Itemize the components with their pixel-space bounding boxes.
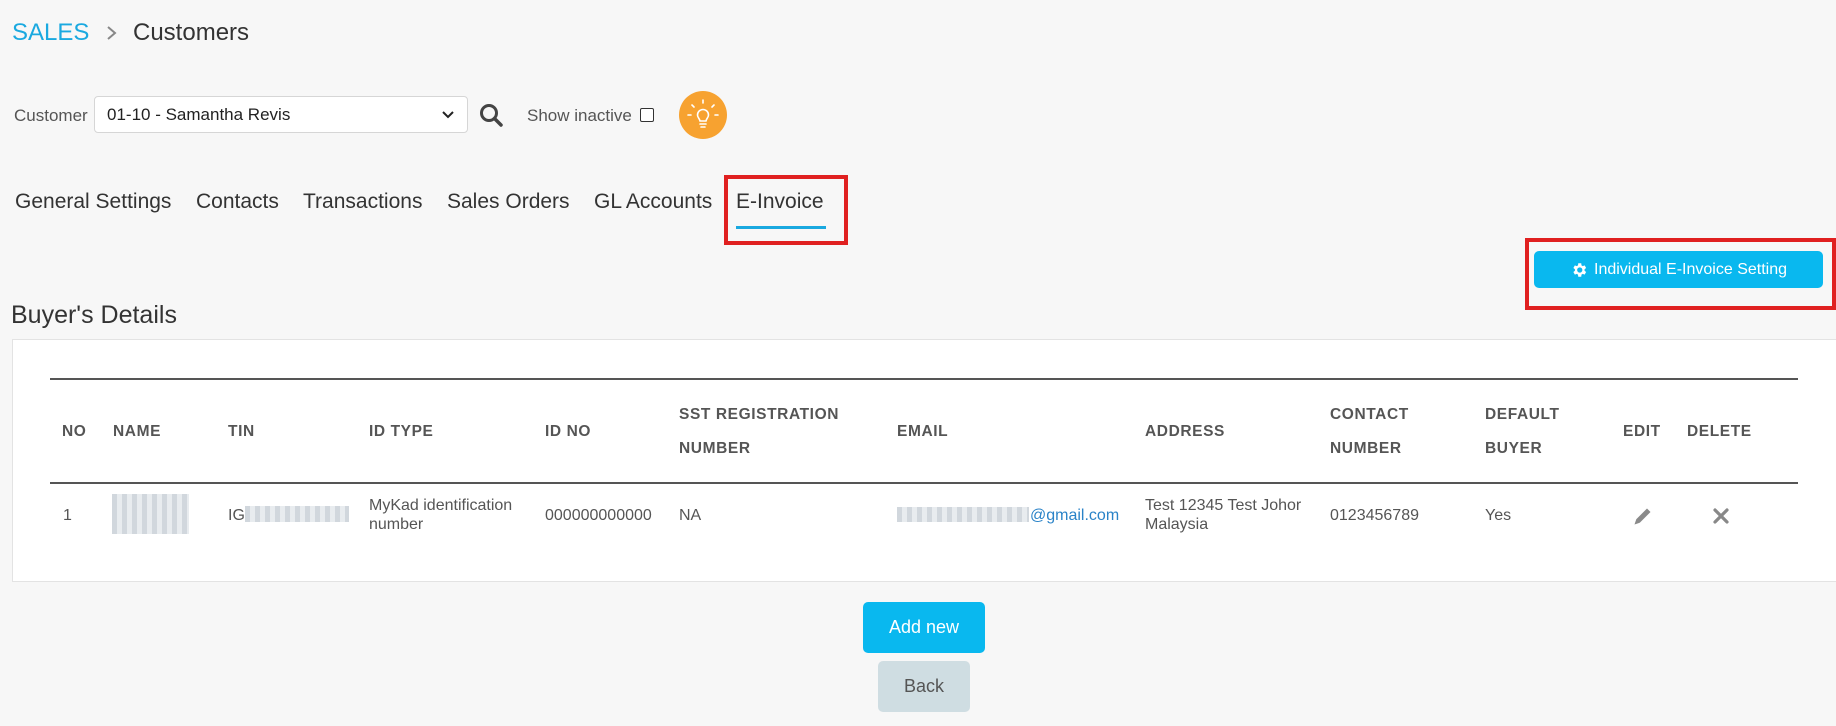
header-tin: TIN [228, 423, 255, 440]
header-edit: EDIT [1623, 423, 1661, 440]
search-icon[interactable] [478, 102, 504, 128]
header-default-line1: DEFAULT [1485, 406, 1560, 423]
buyer-details-panel [12, 339, 1836, 582]
header-delete: DELETE [1687, 423, 1752, 440]
tab-transactions[interactable]: Transactions [303, 190, 422, 214]
header-sst-line1: SST REGISTRATION [679, 406, 840, 423]
show-inactive-checkbox[interactable] [640, 108, 654, 122]
breadcrumb-current: Customers [133, 19, 250, 46]
cell-email-redacted [897, 507, 1029, 522]
breadcrumb-sales-link[interactable]: SALES [12, 19, 89, 47]
cell-tin-prefix: IG [228, 507, 245, 524]
cell-address-line1: Test 12345 Test Johor [1145, 497, 1302, 514]
back-button[interactable]: Back [878, 661, 970, 712]
pencil-icon[interactable] [1632, 505, 1654, 527]
lightbulb-button[interactable] [679, 91, 727, 139]
header-name: NAME [113, 423, 162, 440]
cell-id-no: 000000000000 [545, 507, 652, 524]
tab-contacts[interactable]: Contacts [196, 190, 279, 214]
tab-sales-orders[interactable]: Sales Orders [447, 190, 570, 214]
header-contact-line2: NUMBER [1330, 440, 1402, 457]
tab-general-settings[interactable]: General Settings [15, 190, 171, 214]
cell-email-link[interactable]: @gmail.com [1030, 506, 1119, 525]
close-icon[interactable] [1711, 506, 1731, 526]
cell-id-type-line2: number [369, 516, 424, 533]
tab-gl-accounts[interactable]: GL Accounts [594, 190, 712, 214]
header-no: NO [62, 423, 87, 440]
customer-select[interactable]: 01-10 - Samantha Revis [94, 96, 468, 133]
header-email: EMAIL [897, 423, 949, 440]
table-top-rule [50, 378, 1798, 380]
header-address: ADDRESS [1145, 423, 1225, 440]
cell-name-redacted [112, 494, 189, 534]
highlight-box-setting-button [1525, 238, 1836, 310]
highlight-box-e-invoice-tab [724, 175, 848, 245]
lightbulb-icon [687, 99, 719, 128]
header-sst-line2: NUMBER [679, 440, 751, 457]
cell-default-buyer: Yes [1485, 507, 1512, 524]
cell-tin-redacted [245, 506, 349, 522]
cell-id-type-line1: MyKad identification [369, 497, 513, 514]
header-default-line2: BUYER [1485, 440, 1543, 457]
cell-contact: 0123456789 [1330, 507, 1419, 524]
customer-label: Customer [14, 106, 88, 125]
show-inactive-label: Show inactive [527, 106, 632, 125]
cell-no: 1 [63, 507, 72, 524]
header-id-no: ID NO [545, 423, 592, 440]
header-contact-line1: CONTACT [1330, 406, 1409, 423]
section-title: Buyer's Details [11, 301, 177, 329]
chevron-down-icon [442, 110, 454, 118]
add-new-button[interactable]: Add new [863, 602, 985, 653]
chevron-right-icon [107, 26, 117, 40]
cell-address-line2: Malaysia [1145, 516, 1209, 533]
customer-select-value: 01-10 - Samantha Revis [107, 104, 291, 124]
table-header-rule [50, 482, 1798, 484]
cell-sst: NA [679, 507, 702, 524]
header-id-type: ID TYPE [369, 423, 434, 440]
